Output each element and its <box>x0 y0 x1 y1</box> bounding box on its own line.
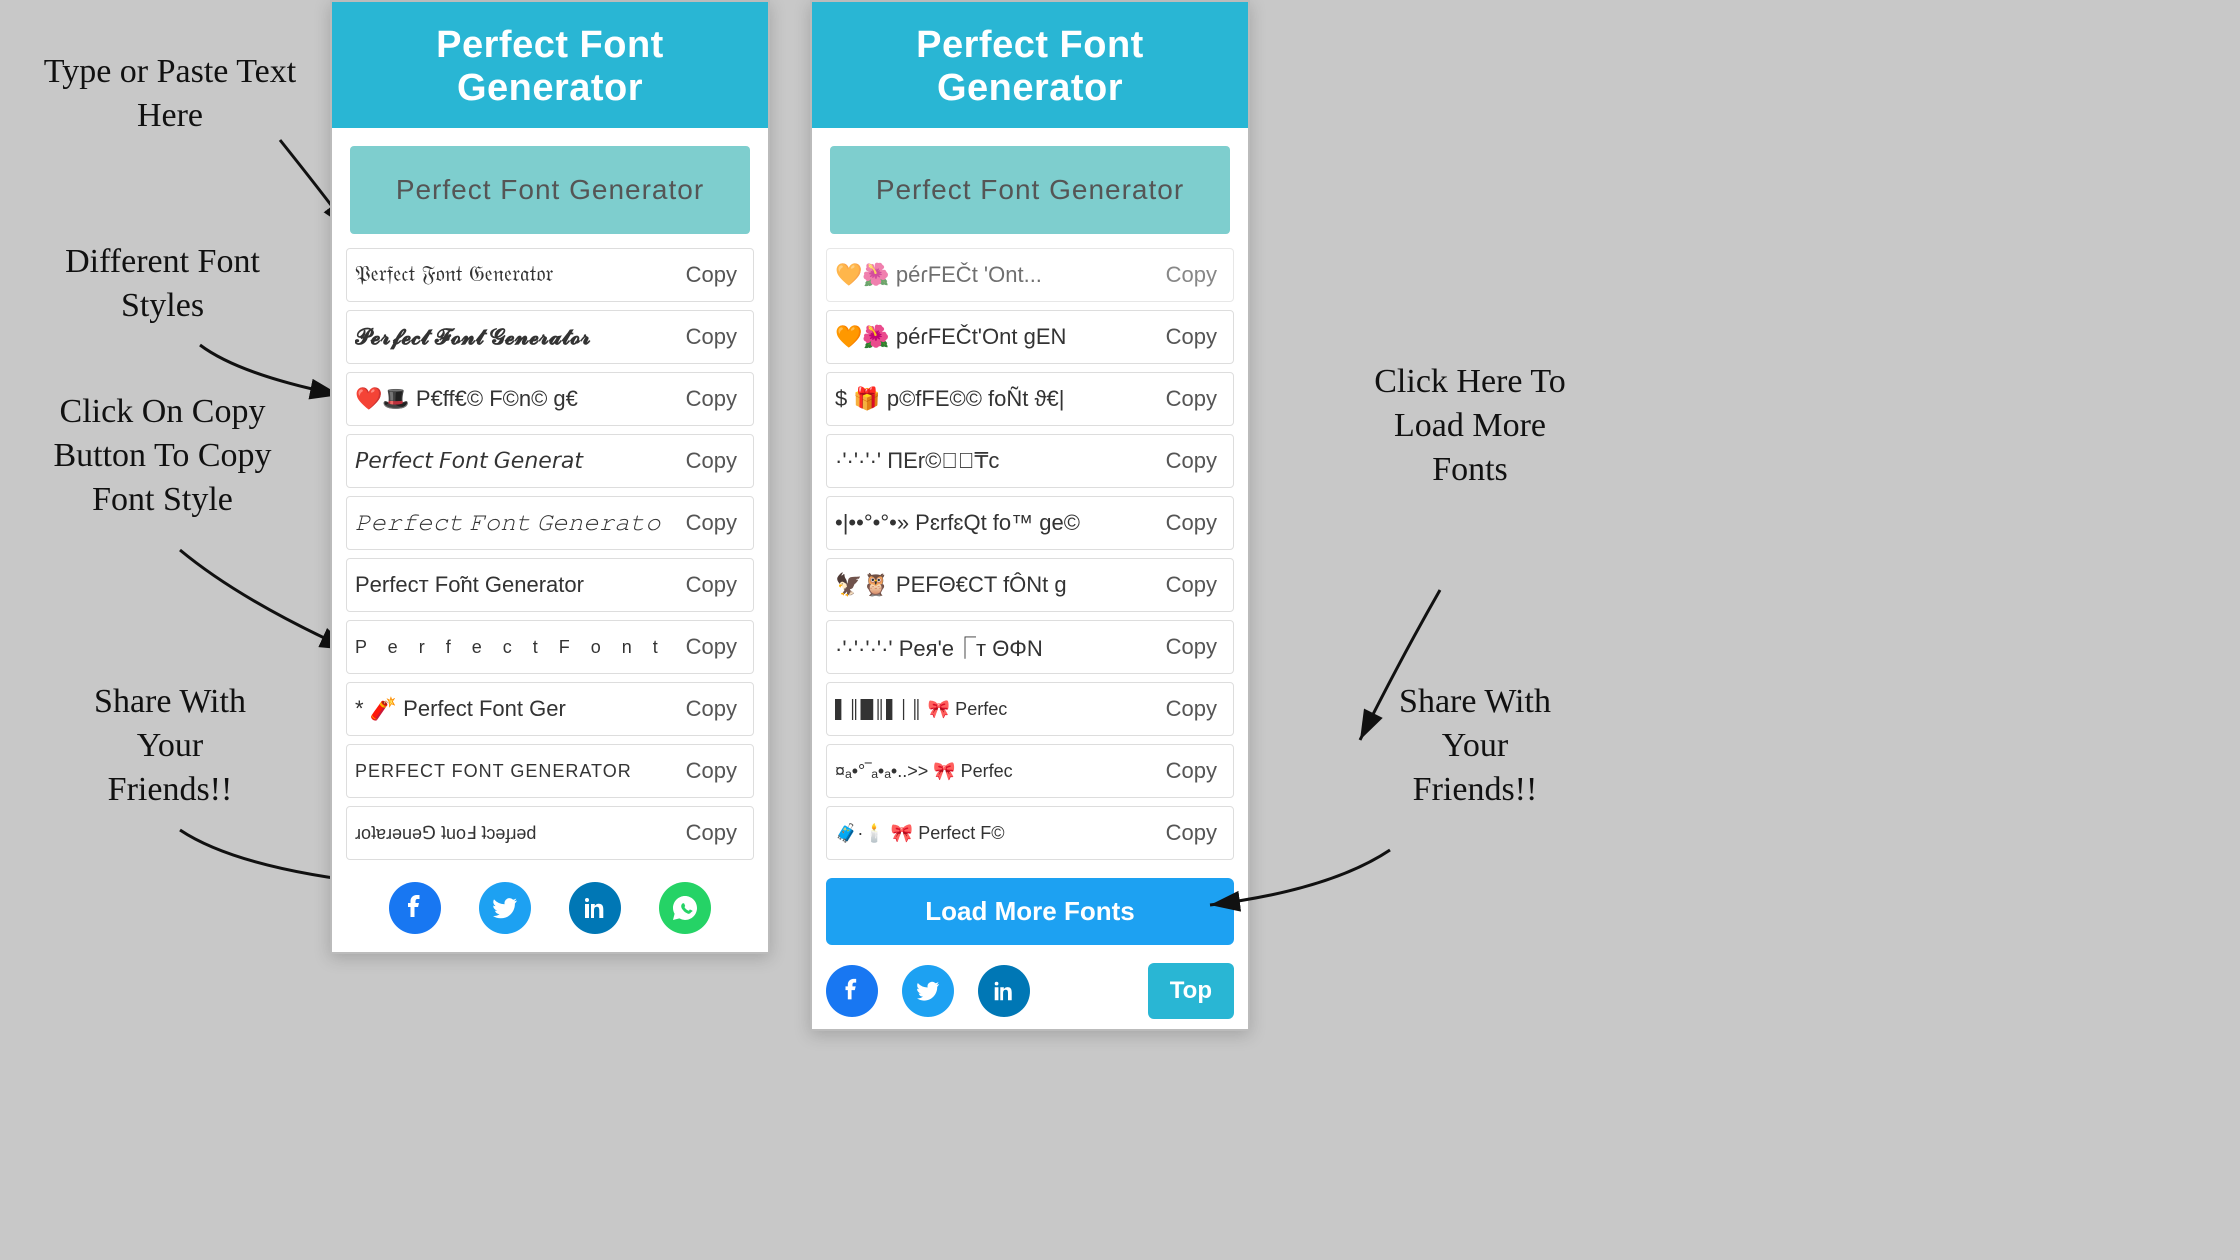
font-row-6: Ρеrfеcт Fо̃nt Generator Copy <box>346 558 754 612</box>
copy-btn-7[interactable]: Copy <box>678 630 745 664</box>
annotation-font-styles: Different FontStyles <box>15 240 310 328</box>
social-bar-1 <box>332 864 768 952</box>
panel2-header: Perfect Font Generator <box>812 2 1248 128</box>
font-row-10: ɹoʇɐɹǝuǝ⅁ ʇuoℲ ʇɔǝɟɹǝd Copy <box>346 806 754 860</box>
font-text-9: PERFECT FONT GENERATOR <box>355 761 678 782</box>
font-text-8: * 🧨 Perfect Fᴏnt Ger <box>355 696 678 722</box>
font-text-p0: 🧡🌺 péɾFEČt 'Ont... <box>835 262 1158 288</box>
panel1-header: Perfect Font Generator <box>332 2 768 128</box>
font-text-p9: 🧳·🕯️ 🎀 Perfect F© <box>835 823 1158 844</box>
font-text-p1: 🧡🌺 péɾFEČt'Ont gEN <box>835 324 1158 350</box>
copy-btn-9[interactable]: Copy <box>678 754 745 788</box>
annotation-share-right: Share WithYourFriends!! <box>1330 680 1620 813</box>
copy-btn-p7[interactable]: Copy <box>1158 692 1225 726</box>
font-row-p6: ·'·'·'·'·' Pея'е⎾т ΘΦΝ Copy <box>826 620 1234 674</box>
copy-btn-6[interactable]: Copy <box>678 568 745 602</box>
font-text-p2: $ 🎁 p©fFE©© foÑt ϑ€| <box>835 386 1158 412</box>
font-row-p3: ·'·'·'·' ΠEr©⑦ᷮ₸c Copy <box>826 434 1234 488</box>
copy-btn-p0[interactable]: Copy <box>1158 258 1225 292</box>
facebook-icon-2[interactable] <box>826 965 878 1017</box>
copy-btn-p2[interactable]: Copy <box>1158 382 1225 416</box>
font-text-1: 𝔓𝔢𝔯𝔣𝔢𝔠𝔱 𝔉𝔬𝔫𝔱 𝔊𝔢𝔫𝔢𝔯𝔞𝔱𝔬𝔯 <box>355 263 678 287</box>
copy-btn-p4[interactable]: Copy <box>1158 506 1225 540</box>
font-row-p4: •|••°•°•» PɛrfɛQt fo™ ge© Copy <box>826 496 1234 550</box>
font-text-7: P e r f e c t F o n t <box>355 637 678 658</box>
text-input[interactable]: Perfect Font Generator <box>350 146 750 234</box>
font-text-4: 𝘗𝘦𝘳𝘧𝘦𝘤𝘵 𝘍𝘰𝘯𝘵 𝘎𝘦𝘯𝘦𝘳𝘢𝘵 <box>355 448 678 474</box>
annotation-share-left: Share WithYourFriends!! <box>40 680 300 813</box>
top-button[interactable]: Top <box>1148 963 1234 1019</box>
copy-btn-4[interactable]: Copy <box>678 444 745 478</box>
phone-panel-1: Perfect Font Generator Perfect Font Gene… <box>330 0 770 954</box>
copy-btn-p9[interactable]: Copy <box>1158 816 1225 850</box>
copy-btn-p5[interactable]: Copy <box>1158 568 1225 602</box>
copy-btn-2[interactable]: Copy <box>678 320 745 354</box>
font-row-p5: 🦅🦉 ΡΕFΘ€CT fÔNt g Copy <box>826 558 1234 612</box>
bottom-bar-2: Top <box>812 953 1248 1029</box>
font-row-9: PERFECT FONT GENERATOR Copy <box>346 744 754 798</box>
copy-btn-3[interactable]: Copy <box>678 382 745 416</box>
copy-btn-p3[interactable]: Copy <box>1158 444 1225 478</box>
text-input-2[interactable]: Perfect Font Generator <box>830 146 1230 234</box>
font-row-p0: 🧡🌺 péɾFEČt 'Ont... Copy <box>826 248 1234 302</box>
font-text-5: 𝙿𝚎𝚛𝚏𝚎𝚌𝚝 𝙵𝚘𝚗𝚝 𝙶𝚎𝚗𝚎𝚛𝚊𝚝𝚘 <box>355 510 678 536</box>
font-text-p5: 🦅🦉 ΡΕFΘ€CT fÔNt g <box>835 572 1158 598</box>
font-text-p3: ·'·'·'·' ΠEr©⑦ᷮ₸c <box>835 448 1158 474</box>
font-row-7: P e r f e c t F o n t Copy <box>346 620 754 674</box>
copy-btn-p6[interactable]: Copy <box>1158 630 1225 664</box>
copy-btn-5[interactable]: Copy <box>678 506 745 540</box>
linkedin-icon-2[interactable] <box>978 965 1030 1017</box>
copy-btn-p1[interactable]: Copy <box>1158 320 1225 354</box>
font-row-5: 𝙿𝚎𝚛𝚏𝚎𝚌𝚝 𝙵𝚘𝚗𝚝 𝙶𝚎𝚗𝚎𝚛𝚊𝚝𝚘 Copy <box>346 496 754 550</box>
font-text-p7: ▌║█║▌│║ 🎀 Perfec <box>835 699 1158 720</box>
facebook-icon[interactable] <box>389 882 441 934</box>
font-row-p9: 🧳·🕯️ 🎀 Perfect F© Copy <box>826 806 1234 860</box>
font-row-3: ❤️🎩 P€ff€© F©n© g€ Copy <box>346 372 754 426</box>
font-text-10: ɹoʇɐɹǝuǝ⅁ ʇuoℲ ʇɔǝɟɹǝd <box>355 823 678 844</box>
copy-btn-p8[interactable]: Copy <box>1158 754 1225 788</box>
load-more-button[interactable]: Load More Fonts <box>826 878 1234 945</box>
font-text-p4: •|••°•°•» PɛrfɛQt fo™ ge© <box>835 510 1158 536</box>
font-text-p6: ·'·'·'·'·' Pея'е⎾т ΘΦΝ <box>835 631 1158 663</box>
font-text-p8: ¤ₐ•°‾ₐ•ₐ•..>> 🎀 Perfec <box>835 761 1158 782</box>
twitter-icon[interactable] <box>479 882 531 934</box>
twitter-icon-2[interactable] <box>902 965 954 1017</box>
annotation-type-paste: Type or Paste Text Here <box>30 50 310 138</box>
font-row-p7: ▌║█║▌│║ 🎀 Perfec Copy <box>826 682 1234 736</box>
copy-btn-10[interactable]: Copy <box>678 816 745 850</box>
font-row-p1: 🧡🌺 péɾFEČt'Ont gEN Copy <box>826 310 1234 364</box>
font-text-6: Ρеrfеcт Fо̃nt Generator <box>355 572 678 598</box>
linkedin-icon[interactable] <box>569 882 621 934</box>
whatsapp-icon[interactable] <box>659 882 711 934</box>
font-text-2: 𝓟𝓮𝓻𝓯𝓮𝓬𝓽 𝓕𝓸𝓷𝓽 𝓖𝓮𝓷𝓮𝓻𝓪𝓽𝓸𝓻 <box>355 324 678 350</box>
annotation-copy-button: Click On CopyButton To CopyFont Style <box>15 390 310 523</box>
font-row-p8: ¤ₐ•°‾ₐ•ₐ•..>> 🎀 Perfec Copy <box>826 744 1234 798</box>
phone-panel-2: Perfect Font Generator Perfect Font Gene… <box>810 0 1250 1031</box>
font-row-4: 𝘗𝘦𝘳𝘧𝘦𝘤𝘵 𝘍𝘰𝘯𝘵 𝘎𝘦𝘯𝘦𝘳𝘢𝘵 Copy <box>346 434 754 488</box>
annotation-load-more: Click Here ToLoad MoreFonts <box>1310 360 1630 493</box>
font-row-8: * 🧨 Perfect Fᴏnt Ger Copy <box>346 682 754 736</box>
font-text-3: ❤️🎩 P€ff€© F©n© g€ <box>355 386 678 412</box>
font-row-1: 𝔓𝔢𝔯𝔣𝔢𝔠𝔱 𝔉𝔬𝔫𝔱 𝔊𝔢𝔫𝔢𝔯𝔞𝔱𝔬𝔯 Copy <box>346 248 754 302</box>
copy-btn-1[interactable]: Copy <box>678 258 745 292</box>
font-row-2: 𝓟𝓮𝓻𝓯𝓮𝓬𝓽 𝓕𝓸𝓷𝓽 𝓖𝓮𝓷𝓮𝓻𝓪𝓽𝓸𝓻 Copy <box>346 310 754 364</box>
copy-btn-8[interactable]: Copy <box>678 692 745 726</box>
font-row-p2: $ 🎁 p©fFE©© foÑt ϑ€| Copy <box>826 372 1234 426</box>
